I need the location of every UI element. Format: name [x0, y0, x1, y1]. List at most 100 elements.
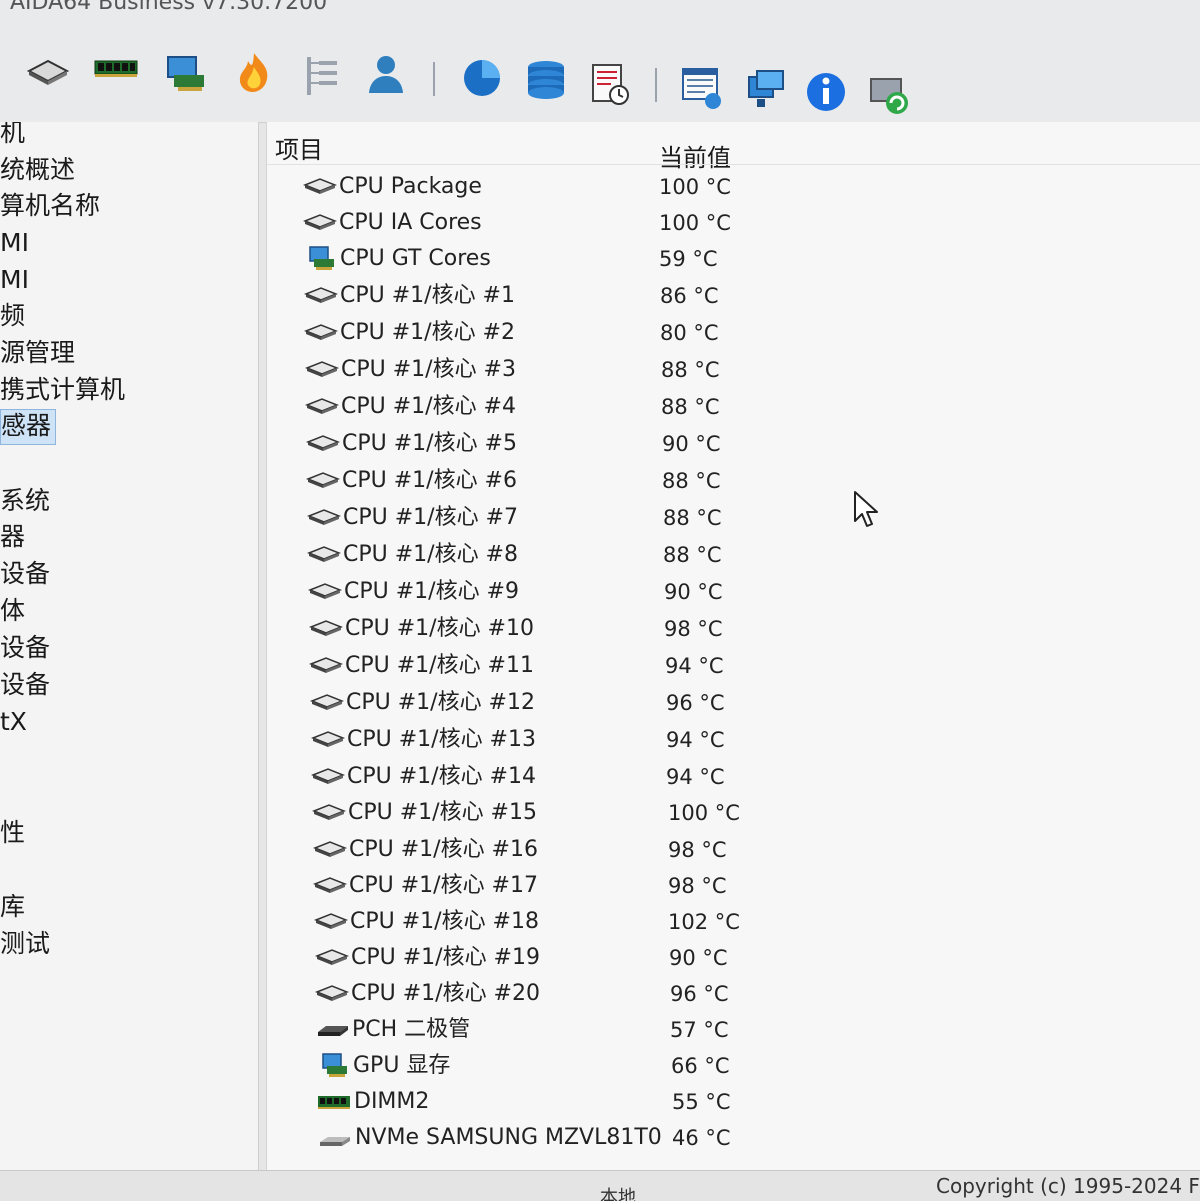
sidebar-item[interactable]: 算机名称 [0, 189, 104, 223]
row-name: PCH 二极管 [352, 1017, 471, 1042]
sidebar-item[interactable]: 设备 [0, 557, 54, 591]
cpu-chip-icon [305, 467, 341, 493]
drive-icon [318, 1124, 352, 1150]
row-value: 57 °C [670, 1018, 729, 1042]
cpu-chip-icon [303, 282, 339, 308]
sidebar-item[interactable]: 性 [0, 816, 29, 850]
table-row[interactable]: CPU #1/核心 #5 90 °C [267, 426, 1200, 462]
row-value: 80 °C [660, 321, 719, 345]
database-icon[interactable] [522, 56, 570, 104]
row-name: CPU GT Cores [340, 246, 491, 271]
motherboard-icon[interactable] [24, 46, 72, 94]
row-name: DIMM2 [354, 1089, 430, 1114]
report-share-icon[interactable] [678, 64, 726, 112]
sidebar-item[interactable]: MI [0, 226, 33, 260]
table-row[interactable]: CPU Package 100 °C [267, 169, 1200, 205]
row-value: 100 °C [659, 211, 731, 235]
gpu-icon[interactable] [163, 50, 211, 98]
table-row[interactable]: DIMM2 55 °C [267, 1084, 1200, 1120]
toolbar-separator [433, 62, 435, 96]
window-title: AIDA64 Business v7.30.7200 [10, 0, 328, 15]
sidebar-item[interactable]: 测试 [0, 927, 54, 961]
table-row[interactable]: CPU #1/核心 #10 98 °C [267, 611, 1200, 647]
table-row[interactable]: GPU 显存 66 °C [267, 1048, 1200, 1084]
table-row[interactable]: CPU #1/核心 #3 88 °C [267, 352, 1200, 388]
sidebar-item[interactable]: 设备 [0, 631, 54, 665]
sidebar-item[interactable]: MI [0, 263, 33, 297]
table-row[interactable]: CPU #1/核心 #4 88 °C [267, 389, 1200, 425]
row-name: CPU #1/核心 #20 [351, 981, 540, 1006]
pie-chart-icon[interactable] [458, 54, 506, 102]
sidebar-item[interactable]: 统概述 [0, 153, 79, 187]
sidebar-item[interactable]: 库 [0, 890, 29, 924]
table-row[interactable]: CPU #1/核心 #9 90 °C [267, 574, 1200, 610]
cpu-chip-icon [308, 615, 344, 641]
gpu-icon [304, 245, 338, 271]
title-bar: AIDA64 Business v7.30.7200 [0, 0, 1200, 22]
report-icon[interactable] [586, 60, 634, 108]
sidebar-item[interactable]: 源管理 [0, 336, 79, 370]
column-header-value[interactable]: 当前值 [659, 138, 731, 173]
row-name: CPU #1/核心 #17 [349, 873, 538, 898]
table-row[interactable]: CPU #1/核心 #20 96 °C [267, 976, 1200, 1012]
flame-icon[interactable] [230, 48, 278, 96]
table-row[interactable]: CPU #1/核心 #8 88 °C [267, 537, 1200, 573]
table-row[interactable]: CPU #1/核心 #2 80 °C [267, 315, 1200, 351]
row-name: CPU #1/核心 #5 [342, 431, 517, 456]
row-name: CPU #1/核心 #13 [347, 727, 536, 752]
table-row[interactable]: CPU #1/核心 #1 86 °C [267, 278, 1200, 314]
sidebar-item[interactable]: 器 [0, 520, 29, 554]
refresh-icon[interactable] [866, 72, 914, 120]
row-value: 98 °C [668, 874, 727, 898]
cpu-chip-icon [308, 652, 344, 678]
table-row[interactable]: CPU GT Cores 59 °C [267, 241, 1200, 277]
table-row[interactable]: CPU #1/核心 #15 100 °C [267, 795, 1200, 831]
sidebar-item[interactable]: 设备 [0, 668, 54, 702]
table-row[interactable]: NVMe SAMSUNG MZVL81T0 46 °C [267, 1120, 1200, 1156]
sidebar-item[interactable]: 体 [0, 594, 29, 628]
row-value: 88 °C [661, 358, 720, 382]
gpu-icon [317, 1052, 351, 1078]
table-row[interactable]: CPU #1/核心 #16 98 °C [267, 832, 1200, 868]
row-name: CPU #1/核心 #11 [345, 653, 534, 678]
table-row[interactable]: CPU #1/核心 #18 102 °C [267, 904, 1200, 940]
row-value: 98 °C [668, 838, 727, 862]
column-header-item[interactable]: 项目 [275, 130, 323, 165]
table-row[interactable]: CPU #1/核心 #12 96 °C [267, 685, 1200, 721]
table-row[interactable]: CPU IA Cores 100 °C [267, 205, 1200, 241]
sidebar-item[interactable]: 携式计算机 [0, 373, 129, 407]
cpu-chip-icon [314, 980, 350, 1006]
memory-icon[interactable] [92, 44, 140, 92]
cpu-chip-icon [313, 908, 349, 934]
table-row[interactable]: CPU #1/核心 #19 90 °C [267, 940, 1200, 976]
chipset-icon [316, 1016, 350, 1042]
table-row[interactable]: CPU #1/核心 #17 98 °C [267, 868, 1200, 904]
row-value: 94 °C [666, 765, 725, 789]
network-icon[interactable] [298, 52, 346, 100]
row-value: 94 °C [666, 728, 725, 752]
network-share-icon[interactable] [742, 66, 790, 114]
info-icon[interactable] [802, 68, 850, 116]
sidebar-item[interactable]: 系统 [0, 484, 54, 518]
table-row[interactable]: CPU #1/核心 #6 88 °C [267, 463, 1200, 499]
sidebar-item[interactable]: 频 [0, 299, 29, 333]
row-value: 98 °C [664, 617, 723, 641]
table-row[interactable]: CPU #1/核心 #11 94 °C [267, 648, 1200, 684]
row-value: 88 °C [663, 506, 722, 530]
cpu-chip-icon [306, 541, 342, 567]
cpu-chip-icon [314, 944, 350, 970]
user-icon[interactable] [362, 50, 410, 98]
row-value: 88 °C [662, 469, 721, 493]
table-row[interactable]: CPU #1/核心 #14 94 °C [267, 759, 1200, 795]
toolbar-separator [655, 68, 657, 102]
row-name: CPU #1/核心 #3 [341, 357, 516, 382]
cpu-chip-icon [305, 430, 341, 456]
sidebar-item[interactable]: 机 [0, 122, 29, 150]
sidebar-item[interactable]: tX [0, 705, 31, 739]
sidebar-item-sensor[interactable]: 感器 [0, 409, 57, 445]
row-name: CPU #1/核心 #4 [341, 394, 516, 419]
row-value: 94 °C [665, 654, 724, 678]
table-row[interactable]: PCH 二极管 57 °C [267, 1012, 1200, 1048]
table-row[interactable]: CPU #1/核心 #7 88 °C [267, 500, 1200, 536]
table-row[interactable]: CPU #1/核心 #13 94 °C [267, 722, 1200, 758]
